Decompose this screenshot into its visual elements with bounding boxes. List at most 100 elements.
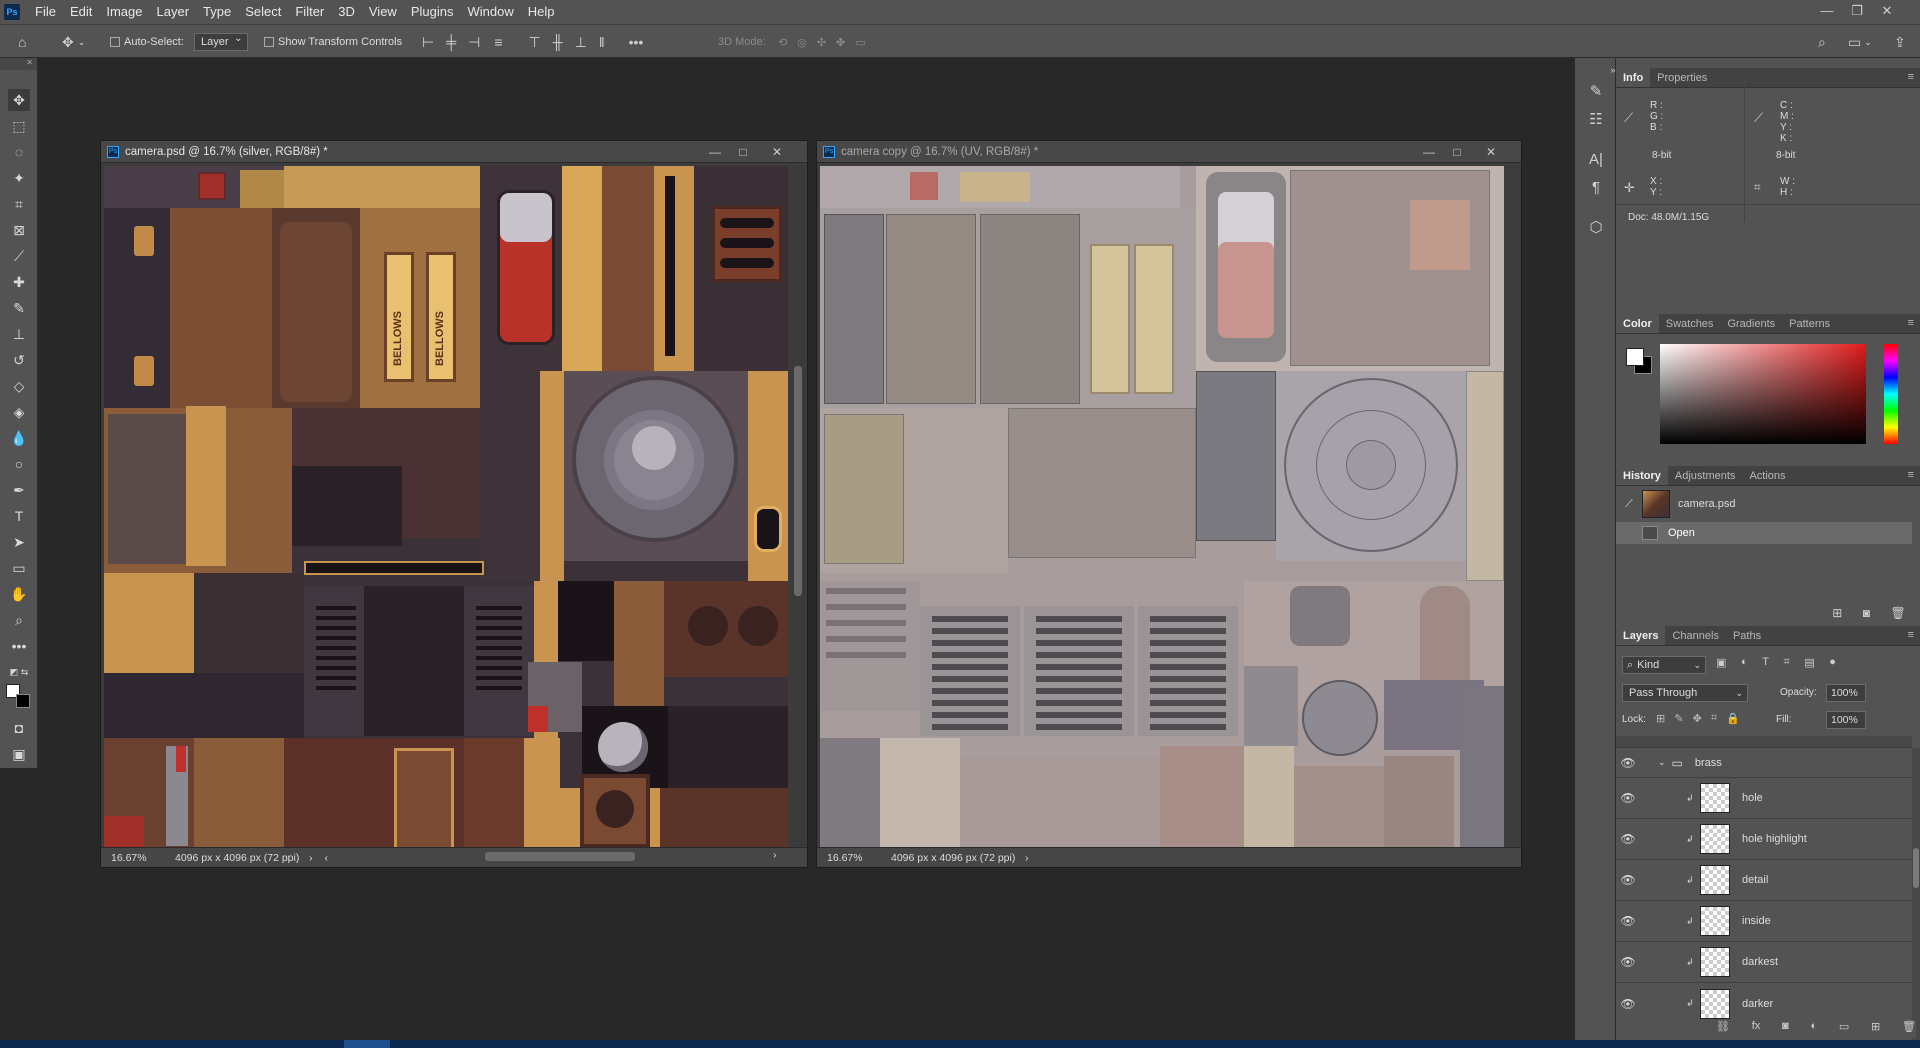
- menu-plugins[interactable]: Plugins: [404, 0, 461, 24]
- move-tool-preset-icon[interactable]: ✥ ⌄: [62, 25, 85, 59]
- new-group-icon[interactable]: ▭: [1839, 1020, 1849, 1038]
- layers-scroll-thumb[interactable]: [1913, 848, 1919, 888]
- menu-layer[interactable]: Layer: [150, 0, 197, 24]
- panel-menu-icon[interactable]: ≡: [1908, 470, 1914, 481]
- tab-adjustments[interactable]: Adjustments: [1668, 466, 1743, 485]
- lock-image-icon[interactable]: ✎: [1674, 712, 1683, 728]
- lasso-tool-icon[interactable]: ◌: [8, 141, 30, 163]
- status-expand-icon[interactable]: ›: [309, 852, 313, 864]
- doc-close-icon[interactable]: ✕: [1477, 141, 1505, 163]
- menu-type[interactable]: Type: [196, 0, 238, 24]
- align-center-icon[interactable]: ╪: [446, 34, 456, 50]
- layer-row[interactable]: 👁 ↲ detail: [1616, 860, 1912, 901]
- 3d-orbit-icon[interactable]: ⟲: [778, 36, 787, 49]
- move-tool-icon[interactable]: ✥: [8, 89, 30, 111]
- visibility-eye-icon[interactable]: 👁: [1616, 873, 1640, 887]
- workspace-icon[interactable]: ▭ ⌄: [1848, 25, 1872, 59]
- layer-row[interactable]: 👁 ↲ hole highlight: [1616, 819, 1912, 860]
- more-options-icon[interactable]: •••: [629, 34, 644, 50]
- uv-layout-canvas[interactable]: [820, 166, 1504, 848]
- zoom-level[interactable]: 16.67%: [101, 852, 155, 864]
- auto-select-target-dropdown[interactable]: Layer: [194, 33, 248, 51]
- menu-filter[interactable]: Filter: [288, 0, 331, 24]
- history-brush-tool-icon[interactable]: ↺: [8, 349, 30, 371]
- stamp-tool-icon[interactable]: ⊥: [8, 323, 30, 345]
- align-middle-icon[interactable]: ╫: [553, 34, 563, 50]
- doc-maximize-icon[interactable]: □: [729, 141, 757, 163]
- adjustment-presets-icon[interactable]: ☷: [1584, 108, 1608, 132]
- visibility-eye-icon[interactable]: 👁: [1616, 955, 1640, 969]
- fill-input[interactable]: 100%: [1826, 711, 1866, 729]
- background-color-swatch[interactable]: [16, 694, 30, 708]
- vertical-scrollbar[interactable]: [791, 166, 805, 848]
- layer-row[interactable]: 👁 ↲ hole: [1616, 778, 1912, 819]
- filter-shape-icon[interactable]: ⌗: [1784, 656, 1790, 674]
- 3d-slide-icon[interactable]: ✤: [836, 36, 845, 49]
- horizontal-scroll-thumb[interactable]: [485, 852, 635, 861]
- tab-actions[interactable]: Actions: [1742, 466, 1792, 485]
- eraser-tool-icon[interactable]: ◇: [8, 375, 30, 397]
- opacity-input[interactable]: 100%: [1826, 684, 1866, 702]
- auto-select-checkbox[interactable]: Auto-Select:: [110, 25, 184, 59]
- screen-mode-icon[interactable]: ▣: [8, 743, 30, 765]
- menu-file[interactable]: File: [28, 0, 63, 24]
- close-icon[interactable]: ✕: [1872, 0, 1902, 22]
- crop-tool-icon[interactable]: ⌗: [8, 193, 30, 215]
- rectangle-tool-icon[interactable]: ▭: [8, 557, 30, 579]
- history-step[interactable]: Open: [1616, 522, 1912, 544]
- tab-patterns[interactable]: Patterns: [1782, 314, 1837, 333]
- eyedropper-tool-icon[interactable]: ⟋: [8, 245, 30, 267]
- document-tab[interactable]: Ps camera copy @ 16.7% (UV, RGB/8#) * — …: [817, 141, 1521, 163]
- blend-mode-dropdown[interactable]: Pass Through ⌄: [1622, 684, 1748, 702]
- scroll-right-icon[interactable]: ›: [773, 849, 777, 861]
- align-bottom-icon[interactable]: ⊥: [575, 34, 587, 51]
- visibility-eye-icon[interactable]: 👁: [1616, 832, 1640, 846]
- visibility-eye-icon[interactable]: 👁: [1616, 997, 1640, 1011]
- visibility-eye-icon[interactable]: 👁: [1616, 914, 1640, 928]
- layer-row[interactable]: 👁 ↲ darker: [1616, 983, 1912, 1024]
- layer-row[interactable]: 👁 ↲ darkest: [1616, 942, 1912, 983]
- blur-tool-icon[interactable]: 💧: [8, 427, 30, 449]
- layer-row[interactable]: 👁 ↲ inside: [1616, 901, 1912, 942]
- filter-pixel-icon[interactable]: ▣: [1716, 656, 1726, 674]
- layer-filter-dropdown[interactable]: ⌕ Kind ⌄: [1622, 656, 1706, 674]
- marquee-tool-icon[interactable]: ⬚: [8, 115, 30, 137]
- character-panel-icon[interactable]: A|: [1584, 148, 1608, 172]
- distribute-icon[interactable]: ≡: [494, 34, 502, 50]
- add-mask-icon[interactable]: ◙: [1782, 1020, 1789, 1038]
- panel-menu-icon[interactable]: ≡: [1908, 72, 1914, 83]
- magic-wand-tool-icon[interactable]: ✦: [8, 167, 30, 189]
- filter-type-icon[interactable]: T: [1762, 656, 1769, 674]
- layers-scrollbar[interactable]: [1912, 748, 1920, 1048]
- document-tab[interactable]: Ps camera.psd @ 16.7% (silver, RGB/8#) *…: [101, 141, 807, 163]
- scroll-thumb[interactable]: [794, 366, 802, 596]
- delete-state-icon[interactable]: 🗑: [1891, 606, 1906, 622]
- lock-all-icon[interactable]: 🔒: [1726, 712, 1740, 728]
- menu-edit[interactable]: Edit: [63, 0, 99, 24]
- menu-help[interactable]: Help: [521, 0, 562, 24]
- restore-icon[interactable]: ❐: [1842, 0, 1872, 22]
- tab-channels[interactable]: Channels: [1665, 626, 1725, 645]
- paint-bucket-tool-icon[interactable]: ◈: [8, 401, 30, 423]
- tab-layers[interactable]: Layers: [1616, 626, 1666, 645]
- color-field[interactable]: [1660, 344, 1866, 444]
- brush-tool-icon[interactable]: ✎: [8, 297, 30, 319]
- home-icon[interactable]: ⌂: [18, 25, 26, 59]
- tab-swatches[interactable]: Swatches: [1659, 314, 1721, 333]
- history-snapshot[interactable]: ⟋ camera.psd: [1616, 488, 1920, 520]
- path-selection-tool-icon[interactable]: ➤: [8, 531, 30, 553]
- zoom-tool-icon[interactable]: ⌕: [8, 609, 30, 631]
- new-layer-icon[interactable]: ⊞: [1871, 1020, 1880, 1038]
- filter-smart-object-icon[interactable]: ▤: [1804, 656, 1814, 674]
- tab-properties[interactable]: Properties: [1650, 68, 1714, 87]
- visibility-eye-icon[interactable]: 👁: [1616, 756, 1640, 770]
- paragraph-panel-icon[interactable]: ¶: [1584, 176, 1608, 200]
- lock-position-icon[interactable]: ✥: [1693, 712, 1702, 728]
- tab-info[interactable]: Info: [1616, 68, 1651, 87]
- show-transform-checkbox[interactable]: Show Transform Controls: [264, 25, 402, 59]
- link-layers-icon[interactable]: ⛓: [1716, 1020, 1730, 1038]
- new-document-from-state-icon[interactable]: ⊞: [1832, 606, 1842, 622]
- taskbar-active-app[interactable]: [344, 1040, 390, 1048]
- lock-artboard-icon[interactable]: ⌗: [1711, 712, 1717, 728]
- menu-image[interactable]: Image: [99, 0, 149, 24]
